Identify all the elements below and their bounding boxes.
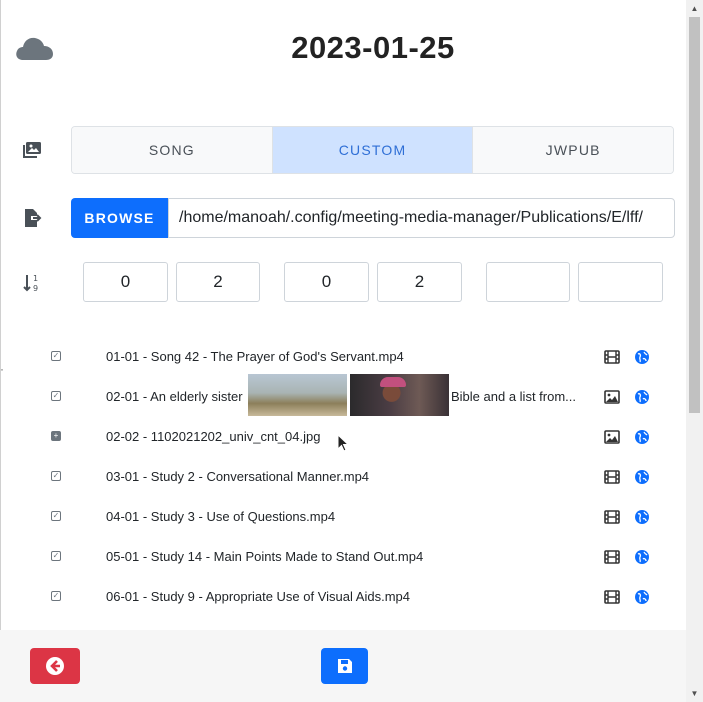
page-title: 2023-01-25 xyxy=(291,30,455,65)
item-label: 02-02 - 1102021202_univ_cnt_04.jpg xyxy=(106,429,321,444)
checkbox[interactable]: ✓ xyxy=(51,351,61,361)
list-item: ✓ 06-01 - Study 9 - Appropriate Use of V… xyxy=(0,577,686,617)
film-icon xyxy=(604,510,620,524)
item-label: 01-01 - Song 42 - The Prayer of God's Se… xyxy=(106,349,404,364)
tab-custom[interactable]: CUSTOM xyxy=(272,127,474,173)
item-label: 04-01 - Study 3 - Use of Questions.mp4 xyxy=(106,509,336,524)
item-label: 06-01 - Study 9 - Appropriate Use of Vis… xyxy=(106,589,410,604)
item-label-end: Bible and a list from... xyxy=(451,389,576,404)
sort-field-1[interactable]: 0 xyxy=(83,262,168,302)
film-icon xyxy=(604,470,620,484)
browse-button[interactable]: BROWSE xyxy=(71,198,168,238)
list-item: ✓ 04-01 - Study 3 - Use of Questions.mp4 xyxy=(0,497,686,537)
thumbnail-field-workers xyxy=(248,374,347,416)
scrollbar-thumb[interactable] xyxy=(689,17,700,413)
back-button[interactable] xyxy=(30,648,80,684)
sort-field-5[interactable] xyxy=(486,262,570,302)
checkbox[interactable]: ✓ xyxy=(51,511,61,521)
checkbox[interactable]: ✓ xyxy=(51,391,61,401)
item-label: 03-01 - Study 2 - Conversational Manner.… xyxy=(106,469,370,484)
checkbox[interactable]: ✓ xyxy=(51,471,61,481)
globe-icon[interactable] xyxy=(634,589,650,605)
file-export-icon xyxy=(25,209,42,227)
sort-field-3[interactable]: 0 xyxy=(284,262,369,302)
cloud-icon[interactable] xyxy=(14,33,54,63)
globe-icon[interactable] xyxy=(634,429,650,445)
media-library-icon xyxy=(23,142,41,158)
item-label-start: 02-01 - An elderly sister xyxy=(106,389,243,404)
mouse-pointer-icon xyxy=(337,434,349,452)
film-icon xyxy=(604,550,620,564)
save-button[interactable] xyxy=(321,648,368,684)
film-icon xyxy=(604,590,620,604)
globe-icon[interactable] xyxy=(634,349,650,365)
globe-icon[interactable] xyxy=(634,549,650,565)
image-icon xyxy=(604,390,620,404)
save-icon xyxy=(337,659,352,673)
checkbox[interactable]: + xyxy=(51,431,61,441)
image-icon xyxy=(604,430,620,444)
globe-icon[interactable] xyxy=(634,509,650,525)
path-input[interactable]: /home/manoah/.config/meeting-media-manag… xyxy=(168,198,675,238)
checkbox[interactable]: ✓ xyxy=(51,591,61,601)
arrow-left-circle-icon xyxy=(46,657,64,675)
scroll-down-arrow-icon[interactable]: ▼ xyxy=(686,685,703,702)
item-label: 05-01 - Study 14 - Main Points Made to S… xyxy=(106,549,424,564)
sort-field-6[interactable] xyxy=(578,262,663,302)
list-item: ✓ 03-01 - Study 2 - Conversational Manne… xyxy=(0,457,686,497)
sort-numeric-icon: 1 9 xyxy=(23,274,38,293)
sort-field-4[interactable]: 2 xyxy=(377,262,462,302)
svg-text:9: 9 xyxy=(33,284,38,293)
scroll-up-arrow-icon[interactable]: ▲ xyxy=(686,0,703,17)
media-type-tabs: SONG CUSTOM JWPUB xyxy=(71,126,674,174)
globe-icon[interactable] xyxy=(634,389,650,405)
sort-field-2[interactable]: 2 xyxy=(176,262,260,302)
checkbox[interactable]: ✓ xyxy=(51,551,61,561)
tab-song[interactable]: SONG xyxy=(72,127,273,173)
tab-jwpub[interactable]: JWPUB xyxy=(473,127,673,173)
list-item: ✓ 01-01 - Song 42 - The Prayer of God's … xyxy=(0,337,686,377)
svg-text:1: 1 xyxy=(33,274,38,283)
list-item: ✓ 05-01 - Study 14 - Main Points Made to… xyxy=(0,537,686,577)
film-icon xyxy=(604,350,620,364)
globe-icon[interactable] xyxy=(634,469,650,485)
thumbnail-smiling-woman xyxy=(350,374,449,416)
